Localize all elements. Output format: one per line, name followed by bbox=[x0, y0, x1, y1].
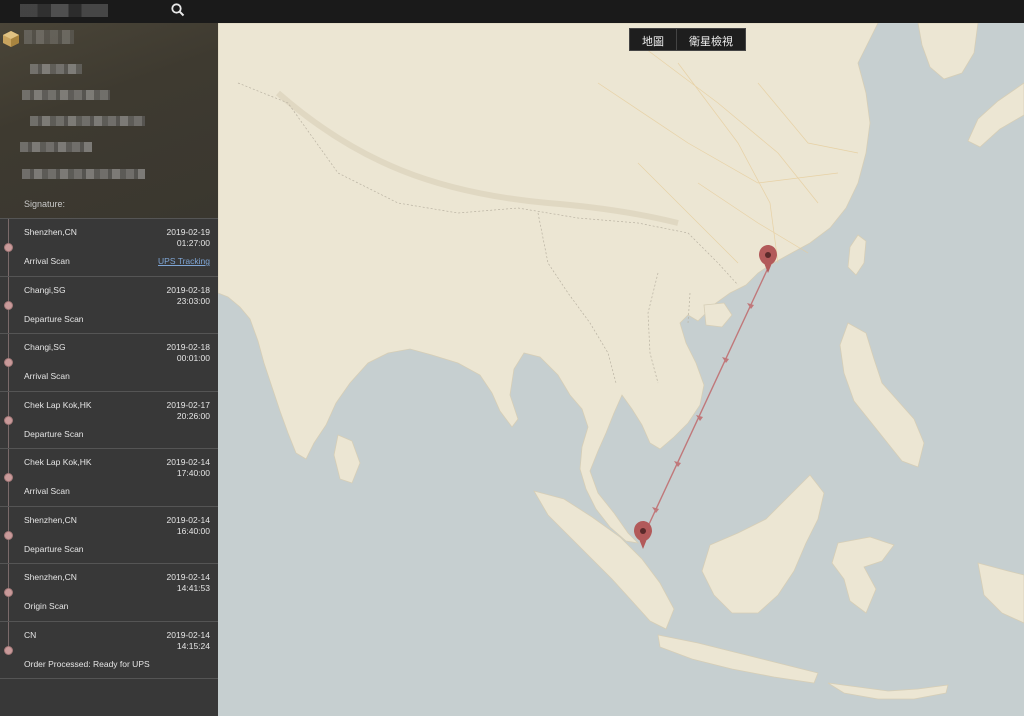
tracking-sidebar: Signature: Shenzhen,CN 2019-02-19 01:27:… bbox=[0, 23, 218, 716]
event-status: Arrival Scan bbox=[24, 256, 70, 266]
event-status: Departure Scan bbox=[24, 428, 84, 439]
event-location: Shenzhen,CN bbox=[24, 227, 77, 237]
event-status: Order Processed: Ready for UPS bbox=[24, 658, 150, 669]
event-date: 2019-02-18 bbox=[166, 284, 210, 295]
shipment-summary: Signature: bbox=[0, 23, 218, 218]
tracking-event: Chek Lap Kok,HK 2019-02-14 17:40:00 Arri… bbox=[0, 449, 218, 507]
satellite-view-button[interactable]: 衛星檢視 bbox=[676, 29, 745, 50]
singapore-marker-icon[interactable] bbox=[634, 521, 652, 549]
event-location: Shenzhen,CN bbox=[24, 572, 77, 582]
event-time: 17:40:00 bbox=[176, 468, 210, 478]
blurred-text bbox=[22, 90, 110, 100]
timeline-dot bbox=[4, 300, 13, 310]
blurred-text bbox=[22, 169, 145, 179]
event-location: Chek Lap Kok,HK bbox=[24, 457, 92, 467]
tracking-event: Changi,SG 2019-02-18 23:03:00 Departure … bbox=[0, 277, 218, 334]
event-location: Changi,SG bbox=[24, 284, 66, 295]
tracking-event: CN 2019-02-14 14:15:24 Order Processed: … bbox=[0, 622, 218, 679]
event-time: 01:27:00 bbox=[176, 238, 210, 248]
timeline-dot bbox=[4, 588, 13, 597]
ups-tracking-link[interactable]: UPS Tracking bbox=[158, 256, 210, 266]
land-philippines bbox=[839, 322, 925, 468]
land-borneo bbox=[701, 474, 825, 614]
land-japan bbox=[967, 82, 1024, 148]
event-date: 2019-02-14 bbox=[166, 629, 210, 640]
map-type-toggle: 地圖 衛星檢視 bbox=[629, 28, 746, 51]
event-status: Arrival Scan bbox=[24, 486, 70, 496]
event-date: 2019-02-19 bbox=[166, 227, 210, 237]
search-icon[interactable] bbox=[170, 2, 186, 18]
event-location: Changi,SG bbox=[24, 342, 66, 352]
blurred-text bbox=[20, 142, 92, 152]
package-icon bbox=[2, 30, 20, 48]
blurred-text bbox=[30, 116, 145, 126]
event-time: 00:01:00 bbox=[176, 353, 210, 363]
land-lesser-sunda bbox=[827, 682, 949, 700]
timeline-dot bbox=[4, 530, 13, 540]
blurred-text bbox=[24, 30, 74, 44]
tracking-event: Changi,SG 2019-02-18 00:01:00 Arrival Sc… bbox=[0, 334, 218, 392]
event-status: Departure Scan bbox=[24, 313, 84, 324]
land-sri-lanka bbox=[333, 434, 361, 484]
event-time: 23:03:00 bbox=[176, 295, 210, 306]
land-mainland bbox=[218, 23, 879, 544]
tracking-event: Shenzhen,CN 2019-02-14 16:40:00 Departur… bbox=[0, 507, 218, 564]
event-time: 14:15:24 bbox=[176, 640, 210, 651]
map-view-button[interactable]: 地圖 bbox=[630, 29, 676, 50]
land-java bbox=[657, 634, 819, 684]
timeline-dot bbox=[4, 243, 13, 252]
land-new-guinea bbox=[977, 562, 1024, 624]
land-taiwan bbox=[847, 234, 867, 276]
event-date: 2019-02-14 bbox=[166, 514, 210, 525]
timeline-dot bbox=[4, 473, 13, 482]
tracking-event: Shenzhen,CN 2019-02-19 01:27:00 Arrival … bbox=[0, 219, 218, 277]
land-hainan bbox=[703, 302, 733, 328]
map-view[interactable]: 地圖 衛星檢視 bbox=[218, 23, 1024, 716]
event-location: Shenzhen,CN bbox=[24, 514, 77, 525]
tracking-event: Chek Lap Kok,HK 2019-02-17 20:26:00 Depa… bbox=[0, 392, 218, 449]
event-date: 2019-02-14 bbox=[166, 572, 210, 582]
tracking-event: Shenzhen,CN 2019-02-14 14:41:53 Origin S… bbox=[0, 564, 218, 622]
event-location: Chek Lap Kok,HK bbox=[24, 399, 92, 410]
top-bar bbox=[0, 0, 1024, 23]
map-canvas[interactable] bbox=[218, 23, 1024, 716]
route-arrow bbox=[747, 303, 754, 309]
timeline-dot bbox=[4, 358, 13, 367]
blurred-text bbox=[30, 64, 82, 74]
event-location: CN bbox=[24, 629, 37, 640]
event-status: Arrival Scan bbox=[24, 371, 70, 381]
event-status: Departure Scan bbox=[24, 543, 84, 554]
event-time: 14:41:53 bbox=[176, 583, 210, 593]
timeline-dot bbox=[4, 415, 13, 425]
timeline-dot bbox=[4, 645, 13, 655]
event-time: 16:40:00 bbox=[176, 525, 210, 536]
event-date: 2019-02-17 bbox=[166, 399, 210, 410]
event-date: 2019-02-14 bbox=[166, 457, 210, 467]
event-time: 20:26:00 bbox=[176, 410, 210, 421]
land-sulawesi bbox=[831, 536, 895, 614]
event-status: Origin Scan bbox=[24, 601, 69, 611]
event-date: 2019-02-18 bbox=[166, 342, 210, 352]
route-arrow bbox=[652, 507, 659, 513]
signature-label: Signature: bbox=[24, 199, 66, 209]
land-korea bbox=[917, 23, 979, 80]
blurred-app-title bbox=[20, 4, 108, 17]
